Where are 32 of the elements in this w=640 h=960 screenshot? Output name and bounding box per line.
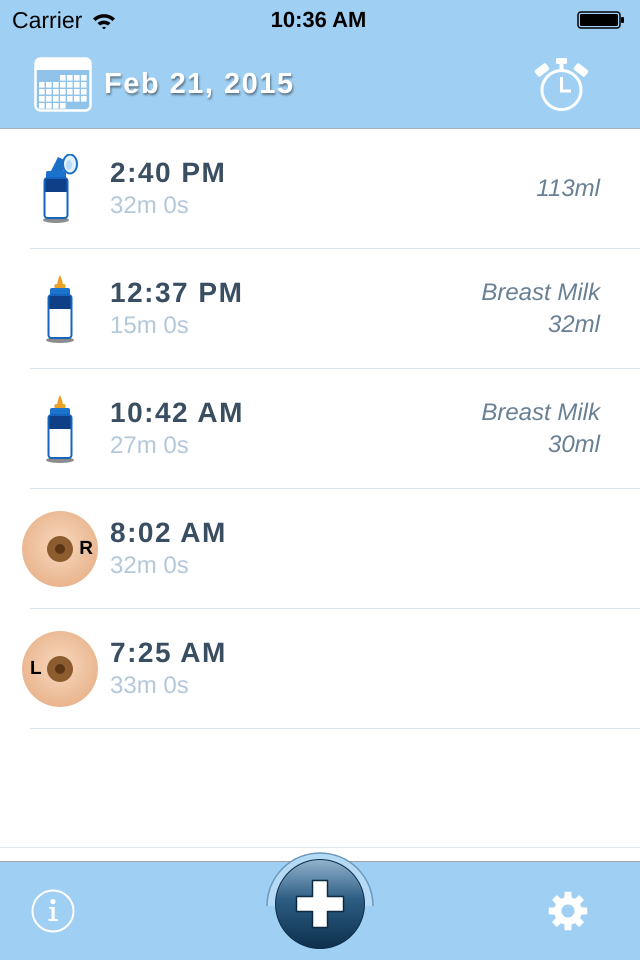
- feeding-time: 8:02 AM: [110, 516, 227, 550]
- side-label: L: [30, 658, 42, 678]
- breast-icon: [22, 510, 98, 586]
- feeding-duration: 32m 0s: [110, 550, 189, 580]
- feeding-duration: 32m 0s: [110, 190, 189, 220]
- feeding-duration: 27m 0s: [110, 430, 189, 460]
- feeding-time: 12:37 PM: [110, 276, 244, 310]
- info-icon[interactable]: [31, 889, 75, 933]
- calendar-icon[interactable]: [34, 56, 92, 112]
- feeding-duration: 33m 0s: [110, 670, 189, 700]
- milk-amount: 32ml: [548, 310, 600, 340]
- wifi-icon: [92, 12, 116, 28]
- status-time: 10:36 AM: [270, 7, 366, 33]
- carrier-name: Carrier: [12, 6, 82, 34]
- battery-icon: [577, 11, 625, 29]
- milk-type: Breast Milk: [481, 278, 600, 308]
- feeding-duration: 15m 0s: [110, 310, 189, 340]
- feeding-time: 7:25 AM: [110, 636, 227, 670]
- feeding-time: 2:40 PM: [110, 156, 226, 190]
- breast-pump-icon: [42, 154, 78, 224]
- side-label: R: [79, 538, 93, 558]
- plus-icon: [296, 880, 344, 928]
- date-title[interactable]: Feb 21, 2015: [104, 68, 294, 100]
- feeding-time: 10:42 AM: [110, 396, 244, 430]
- settings-icon[interactable]: [548, 891, 588, 931]
- milk-amount: 113ml: [536, 174, 600, 204]
- milk-amount: 30ml: [548, 430, 600, 460]
- baby-bottle-icon: [45, 394, 75, 464]
- stopwatch-icon[interactable]: [533, 56, 590, 112]
- breast-icon: [22, 630, 98, 706]
- baby-bottle-icon: [45, 274, 75, 344]
- milk-type: Breast Milk: [481, 398, 600, 428]
